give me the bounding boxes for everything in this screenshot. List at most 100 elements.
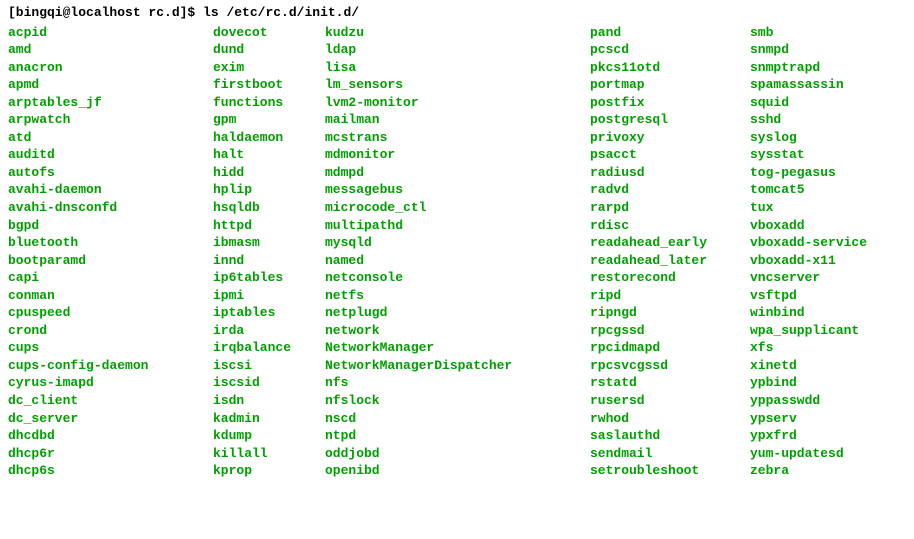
file-entry: arpwatch — [8, 112, 70, 127]
file-entry: irda — [213, 323, 244, 338]
file-entry: cpuspeed — [8, 305, 70, 320]
listing-cell: microcode_ctl — [325, 199, 590, 217]
file-entry: dovecot — [213, 25, 268, 40]
listing-cell: network — [325, 322, 590, 340]
listing-cell: lm_sensors — [325, 76, 590, 94]
file-entry: dc_server — [8, 411, 78, 426]
listing-cell: bgpd — [8, 217, 213, 235]
listing-row: capiip6tablesnetconsolerestorecondvncser… — [8, 269, 906, 287]
listing-cell: acpid — [8, 24, 213, 42]
file-entry: snmpd — [750, 42, 789, 57]
listing-cell: avahi-daemon — [8, 181, 213, 199]
listing-cell: netfs — [325, 287, 590, 305]
file-entry: network — [325, 323, 380, 338]
file-entry: rpcsvcgssd — [590, 358, 668, 373]
listing-cell: ypbind — [750, 374, 797, 392]
file-entry: pcscd — [590, 42, 629, 57]
listing-cell: dhcdbd — [8, 427, 213, 445]
file-entry: kudzu — [325, 25, 364, 40]
listing-cell: smb — [750, 24, 773, 42]
listing-row: amddundldappcscdsnmpd — [8, 41, 906, 59]
file-entry: radiusd — [590, 165, 645, 180]
listing-cell: squid — [750, 94, 789, 112]
listing-cell: wpa_supplicant — [750, 322, 859, 340]
listing-cell: hplip — [213, 181, 325, 199]
listing-cell: ibmasm — [213, 234, 325, 252]
listing-cell: apmd — [8, 76, 213, 94]
listing-cell: bluetooth — [8, 234, 213, 252]
file-entry: httpd — [213, 218, 252, 233]
file-entry: winbind — [750, 305, 805, 320]
file-entry: hsqldb — [213, 200, 260, 215]
listing-cell: oddjobd — [325, 445, 590, 463]
file-entry: kdump — [213, 428, 252, 443]
listing-cell: atd — [8, 129, 213, 147]
listing-cell: ypserv — [750, 410, 797, 428]
listing-row: crond irda network rpcgssd wpa_supplicant — [8, 322, 906, 340]
file-entry: lisa — [325, 60, 356, 75]
file-entry: kadmin — [213, 411, 260, 426]
listing-cell: hsqldb — [213, 199, 325, 217]
file-entry: xfs — [750, 340, 773, 355]
file-entry: innd — [213, 253, 244, 268]
listing-cell: mailman — [325, 111, 590, 129]
listing-cell: pkcs11otd — [590, 59, 750, 77]
file-entry: gpm — [213, 112, 236, 127]
shell-prompt-line: [bingqi@localhost rc.d]$ ls /etc/rc.d/in… — [8, 4, 906, 22]
file-entry: zebra — [750, 463, 789, 478]
file-entry: vboxadd-service — [750, 235, 867, 250]
file-entry: bluetooth — [8, 235, 78, 250]
listing-cell: restorecond — [590, 269, 750, 287]
listing-cell: netconsole — [325, 269, 590, 287]
listing-cell: firstboot — [213, 76, 325, 94]
listing-cell: capi — [8, 269, 213, 287]
file-entry: crond — [8, 323, 47, 338]
listing-row: acpiddovecotkudzupandsmb — [8, 24, 906, 42]
listing-cell: readahead_later — [590, 252, 750, 270]
file-entry: hplip — [213, 182, 252, 197]
file-entry: iscsid — [213, 375, 260, 390]
listing-cell: amd — [8, 41, 213, 59]
listing-cell: snmpd — [750, 41, 789, 59]
listing-cell: psacct — [590, 146, 750, 164]
file-entry: microcode_ctl — [325, 200, 426, 215]
file-entry: ypxfrd — [750, 428, 797, 443]
listing-row: avahi-daemonhplipmessagebusradvdtomcat5 — [8, 181, 906, 199]
file-entry: hidd — [213, 165, 244, 180]
listing-cell: halt — [213, 146, 325, 164]
listing-cell: nscd — [325, 410, 590, 428]
listing-row: cups-config-daemoniscsiNetworkManagerDis… — [8, 357, 906, 375]
file-entry: firstboot — [213, 77, 283, 92]
file-entry: openibd — [325, 463, 380, 478]
file-entry: halt — [213, 147, 244, 162]
listing-cell: killall — [213, 445, 325, 463]
file-entry: bgpd — [8, 218, 39, 233]
listing-cell: vboxadd-service — [750, 234, 867, 252]
listing-cell: dc_client — [8, 392, 213, 410]
listing-cell: kudzu — [325, 24, 590, 42]
file-entry: cups — [8, 340, 39, 355]
file-entry: apmd — [8, 77, 39, 92]
listing-cell: autofs — [8, 164, 213, 182]
listing-cell: anacron — [8, 59, 213, 77]
listing-cell: iptables — [213, 304, 325, 322]
listing-cell: winbind — [750, 304, 805, 322]
file-entry: mdmpd — [325, 165, 364, 180]
listing-cell: irqbalance — [213, 339, 325, 357]
file-entry: named — [325, 253, 364, 268]
file-entry: tog-pegasus — [750, 165, 836, 180]
file-entry: mysqld — [325, 235, 372, 250]
listing-cell: dc_server — [8, 410, 213, 428]
listing-row: dhcp6skpropopenibdsetroubleshootzebra — [8, 462, 906, 480]
file-entry: ripngd — [590, 305, 637, 320]
file-entry: readahead_later — [590, 253, 707, 268]
listing-row: dc_clientisdnnfslockrusersdyppasswdd — [8, 392, 906, 410]
listing-row: arptables_jffunctionslvm2-monitorpostfix… — [8, 94, 906, 112]
listing-cell: kadmin — [213, 410, 325, 428]
file-entry: rstatd — [590, 375, 637, 390]
file-entry: rpcgssd — [590, 323, 645, 338]
listing-cell: dhcp6s — [8, 462, 213, 480]
listing-cell: xfs — [750, 339, 773, 357]
file-entry: cyrus-imapd — [8, 375, 94, 390]
listing-cell: ip6tables — [213, 269, 325, 287]
